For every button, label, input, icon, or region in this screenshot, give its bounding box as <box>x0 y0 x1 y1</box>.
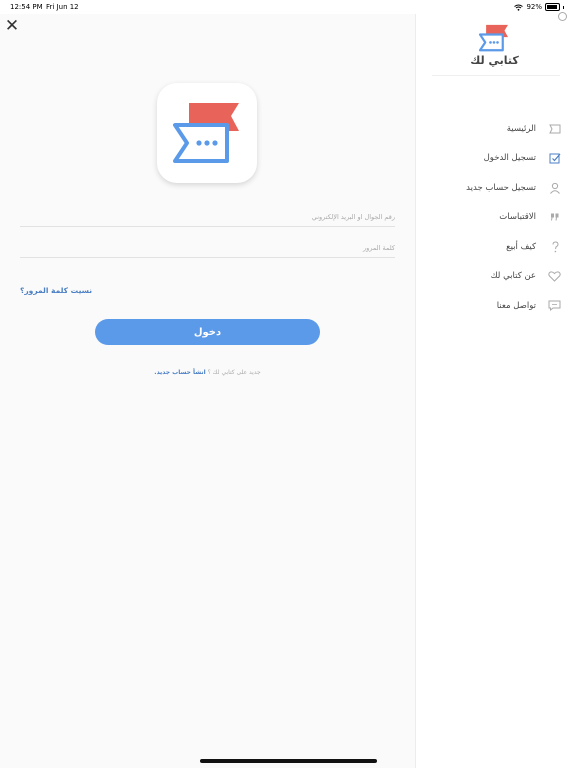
login-panel: ✕ نسيت كلمة المرور؟ دخول جديد على كتابي … <box>0 14 415 768</box>
sidebar-item-contact[interactable]: تواصل معنا <box>416 291 576 321</box>
sidebar-item-how-to-sell[interactable]: كيف أبيع <box>416 232 576 262</box>
register-prompt: جديد على كتابي لك ؟ انشأ حساب جديد. <box>95 369 320 376</box>
sidebar-item-label: تسجيل الدخول <box>483 153 536 164</box>
status-date: Fri Jun 12 <box>46 3 79 11</box>
status-time: 12:54 PM <box>10 3 43 11</box>
sidebar-divider <box>432 75 560 76</box>
battery-percent: 92% <box>526 3 542 11</box>
sidebar-logo-icon <box>478 24 508 52</box>
sidebar-item-login[interactable]: تسجيل الدخول <box>416 144 576 174</box>
sidebar-item-label: عن كتابي لك <box>490 271 536 282</box>
sidebar-menu: الرئيسية تسجيل الدخول تسجيل حساب جديد ال… <box>416 114 576 321</box>
new-user-text: جديد على كتابي لك ؟ <box>207 369 261 376</box>
app-logo-icon <box>173 103 239 163</box>
wifi-icon <box>514 4 524 11</box>
create-account-link[interactable]: انشأ حساب جديد. <box>154 369 205 376</box>
phone-email-field[interactable] <box>20 204 395 228</box>
heart-icon <box>548 270 561 283</box>
password-field[interactable] <box>20 235 395 259</box>
home-icon <box>548 122 561 135</box>
login-button[interactable]: دخول <box>95 319 320 345</box>
sidebar-item-about[interactable]: عن كتابي لك <box>416 262 576 292</box>
sidebar-item-quotes[interactable]: الاقتباسات <box>416 203 576 233</box>
sidebar-item-home[interactable]: الرئيسية <box>416 114 576 144</box>
login-check-icon <box>548 152 561 165</box>
password-input[interactable] <box>20 237 395 259</box>
question-icon <box>548 240 561 253</box>
quote-icon <box>548 211 561 224</box>
sidebar: كتابي لك الرئيسية تسجيل الدخول تسجيل حسا… <box>415 12 576 768</box>
sidebar-item-label: الاقتباسات <box>499 212 536 223</box>
battery-cap <box>563 5 564 9</box>
forgot-password-link[interactable]: نسيت كلمة المرور؟ <box>20 286 92 295</box>
sidebar-mini-icon <box>558 12 567 21</box>
battery-icon <box>545 3 560 11</box>
sidebar-item-label: تسجيل حساب جديد <box>466 182 536 193</box>
sidebar-item-label: كيف أبيع <box>506 241 536 252</box>
user-icon <box>548 181 561 194</box>
close-icon[interactable]: ✕ <box>4 18 20 35</box>
status-right: 92% <box>514 3 564 11</box>
phone-email-input[interactable] <box>20 206 395 228</box>
chat-icon <box>548 299 561 312</box>
sidebar-item-label: تواصل معنا <box>496 300 536 311</box>
sidebar-brand: كتابي لك <box>470 54 519 67</box>
status-bar: 12:54 PM Fri Jun 12 92% <box>0 0 576 14</box>
sidebar-item-label: الرئيسية <box>506 123 536 134</box>
home-indicator <box>200 759 377 763</box>
sidebar-item-register[interactable]: تسجيل حساب جديد <box>416 173 576 203</box>
app-logo-tile <box>157 83 257 183</box>
